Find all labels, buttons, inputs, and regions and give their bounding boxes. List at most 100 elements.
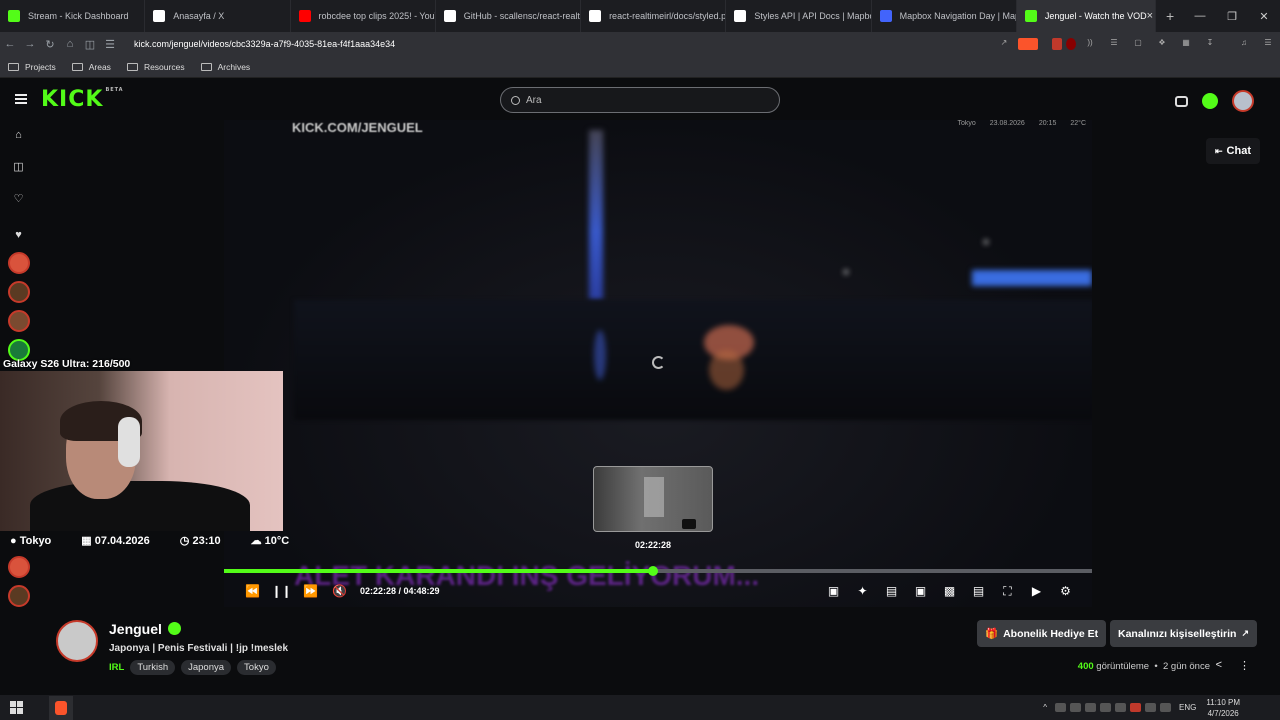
more-options-icon[interactable]: ⋮ — [1239, 659, 1250, 672]
browser-tab[interactable]: Styles API | API Docs | Mapbox — [726, 0, 872, 32]
bookmark-folder[interactable]: Projects — [8, 62, 56, 72]
kick-logo[interactable]: KICK BETA — [41, 87, 124, 112]
channel-avatar[interactable] — [56, 620, 98, 662]
following-filled-icon[interactable]: ♥ — [12, 229, 25, 242]
tray-chevron-icon[interactable]: ^ — [1043, 703, 1047, 712]
progress-knob[interactable] — [647, 566, 658, 576]
extensions-icon[interactable]: ❖ — [1152, 38, 1172, 50]
language-indicator[interactable]: ENG — [1179, 703, 1196, 712]
theater-icon[interactable]: ▩ — [935, 584, 964, 599]
reader-icon[interactable]: ☰ — [1104, 38, 1124, 50]
browser-tab[interactable]: Anasayfa / X — [145, 0, 291, 32]
menu-icon[interactable] — [15, 92, 27, 106]
tab-title: GitHub - scallensc/react-realtime... — [463, 11, 580, 21]
mute-icon[interactable]: 🔇 — [325, 584, 354, 598]
media-icon[interactable]: ♫ — [1234, 38, 1254, 50]
minimize-icon[interactable]: — — [1184, 10, 1216, 23]
tray-icon[interactable] — [1070, 703, 1081, 712]
bookmark-folder[interactable]: Archives — [200, 62, 250, 72]
tray-icon[interactable] — [1115, 703, 1126, 712]
speed-icon[interactable]: ▶ — [1022, 584, 1051, 599]
browser-tab[interactable]: GitHub - scallensc/react-realtime... — [436, 0, 582, 32]
chat-toggle-button[interactable]: ⇤ Chat — [1206, 138, 1260, 164]
share-icon[interactable]: < — [1216, 659, 1222, 671]
bookmark-label: Projects — [25, 61, 56, 72]
sidebar-toggle-icon[interactable]: ◫ — [80, 38, 100, 51]
tray-icon[interactable] — [1145, 703, 1156, 712]
voice-icon[interactable]: )) — [1080, 38, 1100, 50]
rewind-icon[interactable]: ⏪ — [238, 584, 267, 598]
url-field[interactable]: kick.com/jenguel/videos/cbc3329a-a7f9-40… — [134, 39, 992, 49]
channel-avatar[interactable] — [8, 281, 30, 303]
category-link[interactable]: IRL — [109, 662, 124, 673]
following-icon[interactable]: ♡ — [12, 193, 25, 206]
share-icon[interactable]: ↗ — [994, 38, 1014, 50]
home-icon[interactable]: ⌂ — [60, 38, 80, 50]
stats-icon[interactable]: ▤ — [877, 584, 906, 599]
channel-avatar[interactable] — [8, 252, 30, 274]
fullscreen-icon[interactable]: ⛶ — [993, 584, 1022, 599]
maximize-icon[interactable]: ❐ — [1216, 10, 1248, 23]
settings-icon[interactable]: ⚙ — [1051, 584, 1080, 599]
kick-coin-icon[interactable] — [1202, 93, 1218, 109]
tray-icon[interactable] — [1085, 703, 1096, 712]
reload-icon[interactable]: ↻ — [40, 38, 60, 51]
tag-chip[interactable]: Japonya — [181, 660, 232, 675]
browse-icon[interactable]: ◫ — [12, 161, 25, 174]
customize-channel-button[interactable]: Kanalınızı kişiselleştirin ↗ — [1110, 620, 1258, 647]
cast-icon[interactable]: ▤ — [964, 584, 993, 599]
channel-avatar[interactable] — [8, 556, 30, 578]
channel-name[interactable]: Jenguel — [109, 621, 181, 637]
download-icon[interactable]: ↧ — [1200, 38, 1220, 50]
tag-chip[interactable]: Turkish — [130, 660, 176, 675]
clock[interactable]: 11:10 PM 4/7/2026 — [1206, 697, 1240, 719]
brave-shield-icon[interactable] — [1018, 38, 1038, 50]
new-tab-icon[interactable]: + — [1156, 8, 1184, 24]
close-window-icon[interactable]: ✕ — [1248, 10, 1280, 23]
browser-tab[interactable]: Mapbox Navigation Day | Map... — [872, 0, 1017, 32]
windows-start-icon[interactable] — [10, 701, 23, 714]
ublock-icon[interactable] — [1066, 38, 1076, 50]
pip-icon[interactable]: ▣ — [906, 584, 935, 599]
back-icon[interactable]: ← — [0, 38, 20, 50]
forward-icon[interactable]: → — [20, 38, 40, 50]
tray-icon[interactable] — [1130, 703, 1141, 712]
mapbox-icon — [879, 10, 892, 22]
gift-subscription-button[interactable]: 🎁 Abonelik Hediye Et — [977, 620, 1107, 647]
browser-tab[interactable]: react-realtimeirl/docs/styled.p... — [581, 0, 727, 32]
search-placeholder: Ara — [526, 94, 542, 106]
channel-avatar[interactable] — [8, 310, 30, 332]
overlay-item: 20:15 — [1038, 120, 1057, 127]
user-avatar[interactable] — [1232, 90, 1254, 112]
extension-icon[interactable] — [1052, 38, 1062, 50]
search-input[interactable]: Ara — [500, 87, 780, 113]
tower-light — [589, 130, 603, 300]
close-tab-icon[interactable]: × — [1147, 10, 1153, 22]
progress-bar[interactable] — [224, 566, 1092, 576]
clip-icon[interactable]: ▣ — [819, 584, 848, 599]
tags: IRL Turkish Japonya Tokyo — [109, 660, 282, 675]
tray-icon[interactable] — [1100, 703, 1111, 712]
channel-avatar[interactable] — [8, 585, 30, 607]
menu-icon[interactable]: ☰ — [1258, 38, 1278, 50]
tray-icon[interactable] — [1055, 703, 1066, 712]
browser-tab[interactable]: robcdee top clips 2025! - YouTube — [291, 0, 436, 32]
brave-taskbar-icon[interactable] — [49, 695, 73, 720]
sidebar-icon[interactable]: ▢ — [1128, 38, 1148, 50]
tab-groups-icon[interactable]: ▦ — [1176, 38, 1196, 50]
volume-icon[interactable] — [1160, 703, 1171, 712]
pause-icon[interactable]: ❙❙ — [267, 584, 296, 598]
bookmark-folder[interactable]: Resources — [126, 62, 185, 72]
home-icon[interactable]: ⌂ — [12, 129, 25, 142]
rewards-icon[interactable] — [1175, 95, 1188, 107]
forward-icon[interactable]: ⏩ — [296, 584, 325, 598]
browser-tab[interactable]: Jenguel - Watch the VOD × — [1016, 0, 1157, 32]
tab-title: Stream - Kick Dashboard — [28, 11, 129, 21]
browser-tab[interactable]: Stream - Kick Dashboard — [0, 0, 146, 32]
site-info-icon[interactable]: ☰ — [100, 38, 120, 51]
bookmark-folder[interactable]: Areas — [71, 62, 111, 72]
mapbox-icon — [734, 10, 747, 22]
sparkle-icon[interactable]: ✦ — [848, 584, 877, 599]
tag-chip[interactable]: Tokyo — [237, 660, 276, 675]
video-player[interactable]: KICK.COM/JENGUEL Tokyo 23.08.2026 20:15 22°… — [224, 120, 1092, 607]
